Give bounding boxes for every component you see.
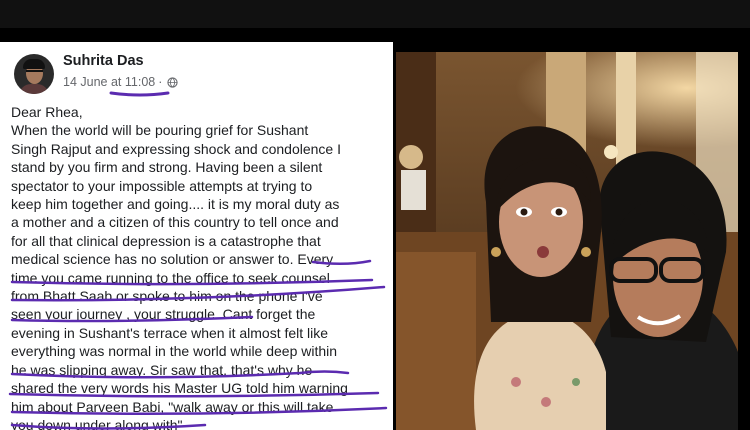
post-line: When the world will be pouring grief for… [11,122,309,139]
post-line: shared the very words his Master UG told… [11,380,348,397]
avatar[interactable] [14,54,54,94]
post-line: you down under along with" [11,416,183,430]
meta-separator: · [158,75,163,89]
party-selfie-photo [396,52,738,430]
post-line: from Bhatt Saab or spoke to him on the p… [11,288,323,305]
post-date[interactable]: 14 June at [63,75,121,89]
post-line: everything was normal in the world while… [11,343,338,360]
globe-icon [167,76,179,88]
post-line: him about Parveen Babi, "walk away or th… [11,398,334,415]
caption-strip [0,0,750,28]
post-line: evening in Sushant's terrace when it alm… [11,324,329,341]
post-line: keep him together and going.... it is my… [11,196,340,213]
post-line: medical science has no solution or answe… [11,251,334,268]
post-body: Dear Rhea, When the world will be pouring… [11,103,391,430]
facebook-post: Suhrita Das 14 June at 11:08 · Dear Rhea,… [0,42,393,430]
post-line: he was slipping away. Sir saw that, that… [11,361,313,378]
post-line: seen your journey , your struggle. Cant … [11,306,316,323]
post-meta: 14 June at 11:08 · [63,75,179,89]
post-line: for all that clinical depression is a ca… [11,232,321,249]
underline-time [109,91,170,97]
post-line: spectator to your impossible attempts at… [11,177,313,194]
post-author[interactable]: Suhrita Das [63,53,144,69]
post-line: stand by you firm and strong. Having bee… [11,159,323,176]
post-time[interactable]: 11:08 [125,75,155,89]
post-line: Singh Rajput and expressing shock and co… [11,140,341,157]
post-line: time you came running to the office to s… [11,269,330,286]
post-line: a mother and a citizen of this country t… [11,214,339,231]
post-line: Dear Rhea, [11,104,83,120]
photo-illustration [396,52,738,430]
